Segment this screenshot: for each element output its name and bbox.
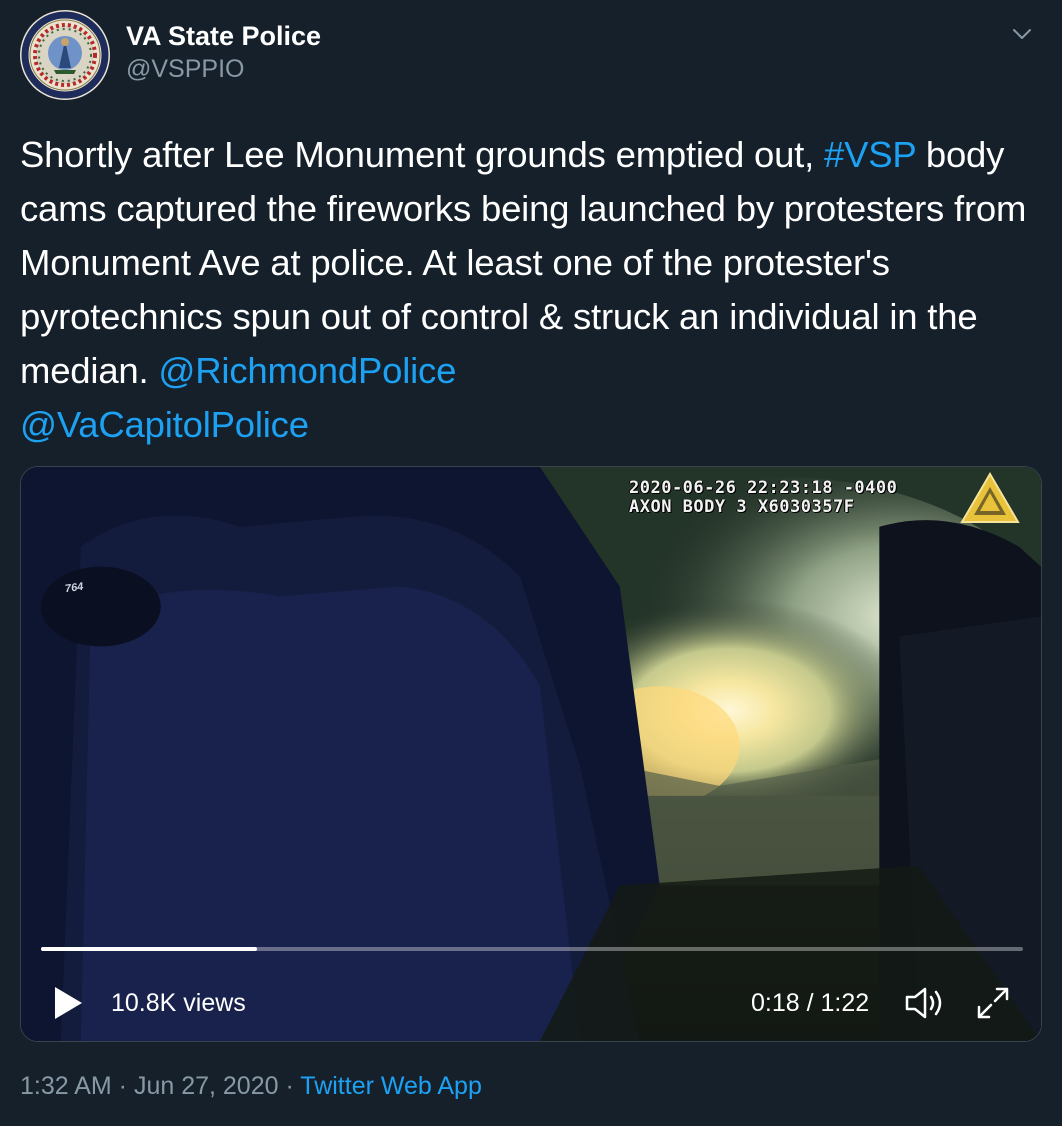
volume-icon[interactable]: [903, 985, 947, 1021]
chevron-down-icon[interactable]: [1010, 22, 1034, 46]
video-player[interactable]: 764 2020-06-26 22:23:18 -0400 AXON BODY …: [20, 466, 1042, 1042]
tweet-meta: 1:32 AM · Jun 27, 2020 · Twitter Web App: [20, 1068, 482, 1104]
tweet-date[interactable]: Jun 27, 2020: [134, 1072, 279, 1100]
tweet-text-part: Shortly after Lee Monument grounds empti…: [20, 134, 825, 175]
hashtag-link[interactable]: #VSP: [824, 134, 916, 175]
bodycam-timestamp: 2020-06-26 22:23:18 -0400: [629, 478, 898, 498]
author-handle[interactable]: @VSPPIO: [126, 54, 244, 84]
avatar[interactable]: [20, 10, 110, 100]
virginia-state-seal-icon: [21, 11, 109, 99]
tweet-card: VA State Police @VSPPIO Shortly after Le…: [0, 0, 1062, 1126]
view-count: 10.8K views: [111, 989, 246, 1017]
bodycam-overlay: 2020-06-26 22:23:18 -0400 AXON BODY 3 X6…: [629, 479, 897, 517]
mention-link-va-capitol-police[interactable]: @VaCapitolPolice: [20, 404, 309, 445]
bodycam-device-id: AXON BODY 3 X6030357F: [629, 497, 855, 517]
video-progress-bar[interactable]: [41, 947, 1023, 951]
meta-separator: ·: [111, 1072, 134, 1100]
video-progress-fill: [41, 947, 258, 951]
mention-link-richmond-police[interactable]: @RichmondPolice: [158, 350, 456, 391]
author-name[interactable]: VA State Police: [126, 20, 321, 52]
play-icon[interactable]: [51, 985, 85, 1021]
meta-separator: ·: [278, 1072, 301, 1100]
video-frame: [21, 467, 1041, 1041]
helmet-number: 764: [64, 580, 85, 596]
axon-logo-icon: [959, 471, 1021, 525]
tweet-source-link[interactable]: Twitter Web App: [300, 1072, 482, 1100]
fullscreen-icon[interactable]: [973, 983, 1013, 1023]
tweet-time[interactable]: 1:32 AM: [20, 1072, 112, 1100]
tweet-text: Shortly after Lee Monument grounds empti…: [20, 128, 1040, 452]
video-time: 0:18 / 1:22: [751, 989, 870, 1017]
